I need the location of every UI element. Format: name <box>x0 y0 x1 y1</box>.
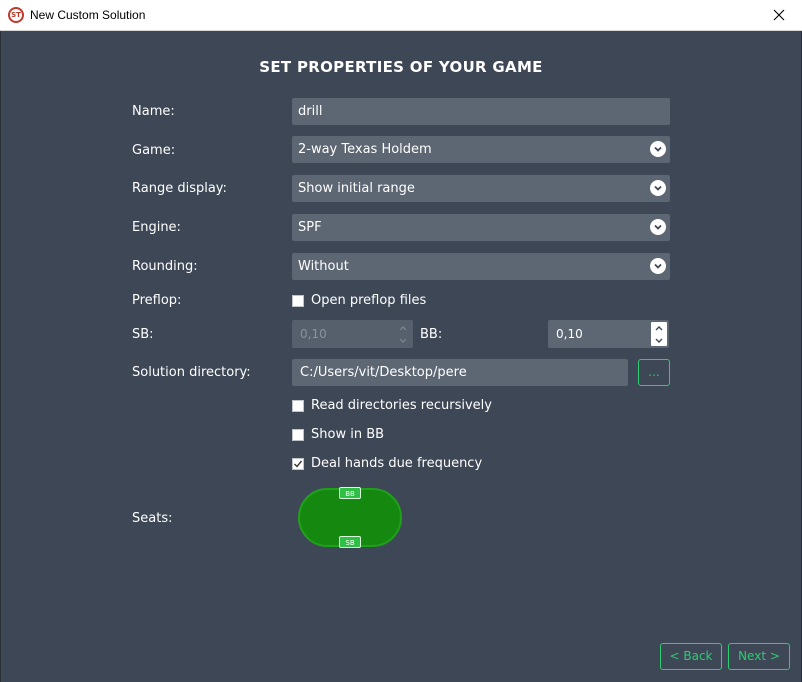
close-button[interactable] <box>756 0 802 30</box>
stepper-down-icon[interactable] <box>651 335 667 346</box>
chevron-down-icon <box>650 141 666 157</box>
preflop-checkbox[interactable] <box>292 294 304 307</box>
deal-hands-checkbox[interactable] <box>292 457 304 470</box>
browse-button[interactable]: ... <box>638 359 670 386</box>
range-display-select[interactable]: Show initial range <box>292 175 670 202</box>
title-bar: ST New Custom Solution <box>0 0 802 31</box>
stepper-up-icon[interactable] <box>395 322 411 333</box>
rounding-label: Rounding: <box>132 259 198 274</box>
rounding-select[interactable]: Without <box>292 253 670 280</box>
bb-stepper[interactable]: 0,10 <box>548 320 669 348</box>
browse-button-label: ... <box>648 365 660 379</box>
next-button[interactable]: Next > <box>728 643 790 670</box>
sb-label: SB: <box>132 327 154 342</box>
preflop-label: Preflop: <box>132 293 182 308</box>
name-input[interactable]: drill <box>292 98 670 125</box>
bb-label: BB: <box>420 327 443 342</box>
deal-hands-checkbox-row[interactable]: Deal hands due frequency <box>292 456 482 471</box>
chevron-down-icon <box>650 219 666 235</box>
preflop-checkbox-row[interactable]: Open preflop files <box>292 293 426 308</box>
solution-directory-input[interactable]: C:/Users/vit/Desktop/pere <box>292 359 628 386</box>
sb-stepper-arrows <box>395 322 411 346</box>
show-bb-checkbox[interactable] <box>292 428 304 441</box>
deal-hands-checkbox-label: Deal hands due frequency <box>311 456 483 471</box>
stepper-down-icon[interactable] <box>395 335 411 346</box>
name-label: Name: <box>132 104 175 119</box>
recursive-checkbox-row[interactable]: Read directories recursively <box>292 398 492 413</box>
rounding-select-value: Without <box>298 259 349 274</box>
engine-select-value: SPF <box>298 220 322 235</box>
bb-value: 0,10 <box>556 327 583 341</box>
window-border-left <box>0 31 1 682</box>
recursive-checkbox[interactable] <box>292 399 304 412</box>
game-select-value: 2-way Texas Holdem <box>298 142 432 157</box>
show-bb-checkbox-row[interactable]: Show in BB <box>292 427 384 442</box>
name-input-value: drill <box>298 104 323 119</box>
sb-stepper[interactable]: 0,10 <box>292 320 413 348</box>
range-display-label: Range display: <box>132 181 227 196</box>
poker-table: BB SB <box>298 487 402 548</box>
page-title: SET PROPERTIES OF YOUR GAME <box>259 58 543 76</box>
game-label: Game: <box>132 143 176 158</box>
stepper-up-icon[interactable] <box>651 322 667 333</box>
bb-stepper-arrows <box>651 322 667 346</box>
show-bb-checkbox-label: Show in BB <box>311 427 385 442</box>
engine-label: Engine: <box>132 220 181 235</box>
next-button-label: Next > <box>738 649 780 663</box>
back-button[interactable]: < Back <box>660 643 722 670</box>
range-display-value: Show initial range <box>298 181 415 196</box>
app-logo-icon: ST <box>8 7 24 23</box>
solution-directory-label: Solution directory: <box>132 365 251 380</box>
chevron-down-icon <box>650 258 666 274</box>
window-title: New Custom Solution <box>30 8 146 22</box>
seats-label: Seats: <box>132 511 173 526</box>
seat-sb[interactable]: SB <box>339 536 361 548</box>
chevron-down-icon <box>650 180 666 196</box>
close-icon <box>773 9 785 21</box>
checkmark-icon <box>294 460 303 468</box>
engine-select[interactable]: SPF <box>292 214 670 241</box>
sb-value: 0,10 <box>300 327 327 341</box>
preflop-checkbox-label: Open preflop files <box>311 293 427 308</box>
recursive-checkbox-label: Read directories recursively <box>311 398 492 413</box>
solution-directory-value: C:/Users/vit/Desktop/pere <box>300 365 467 380</box>
back-button-label: < Back <box>669 649 713 663</box>
seat-bb[interactable]: BB <box>339 487 361 499</box>
game-select[interactable]: 2-way Texas Holdem <box>292 136 670 163</box>
